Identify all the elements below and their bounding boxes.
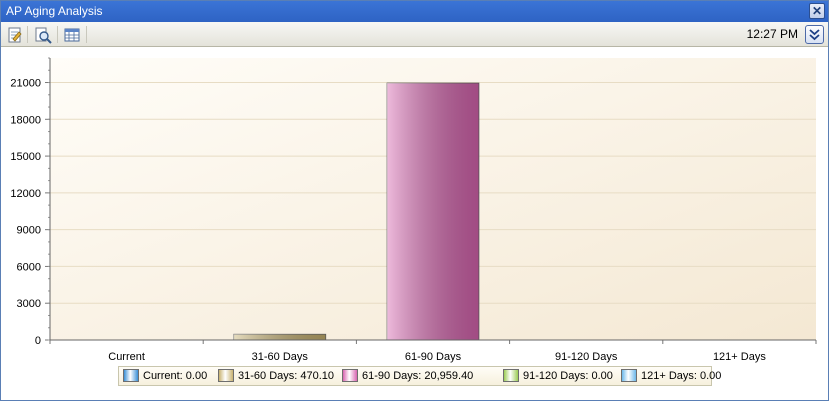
x-tick-label: 61-90 Days <box>405 351 462 363</box>
table-grid-icon <box>64 28 80 42</box>
legend-label: 31-60 Days: 470.10 <box>238 370 335 382</box>
y-tick-label: 3000 <box>17 298 41 310</box>
magnifier-document-icon <box>35 27 52 44</box>
legend-label: Current: 0.00 <box>143 370 208 382</box>
legend-item: Current: 0.00 <box>123 369 207 384</box>
x-tick-label: 91-120 Days <box>555 351 618 363</box>
refresh-button[interactable] <box>6 26 24 44</box>
toolbar-separator <box>27 26 28 43</box>
legend-label: 91-120 Days: 0.00 <box>523 370 613 382</box>
legend-item: 91-120 Days: 0.00 <box>503 369 613 384</box>
y-tick-label: 12000 <box>10 188 41 200</box>
expand-button[interactable] <box>805 25 824 44</box>
y-tick-label: 15000 <box>10 151 41 163</box>
edit-document-icon <box>8 27 22 43</box>
double-chevron-down-icon <box>809 29 820 41</box>
x-tick-label: 121+ Days <box>713 351 766 363</box>
legend-swatch <box>621 369 637 382</box>
legend-label: 61-90 Days: 20,959.40 <box>362 370 474 382</box>
data-table-button[interactable] <box>63 26 81 44</box>
close-icon[interactable]: ✕ <box>809 3 825 19</box>
legend-swatch <box>503 369 519 382</box>
bar-shading <box>233 334 326 340</box>
ap-aging-window: AP Aging Analysis ✕ 12:27 PM 0 3000 6000… <box>0 0 829 401</box>
y-tick-label: 6000 <box>17 261 41 273</box>
title-bar[interactable]: AP Aging Analysis ✕ <box>1 1 828 22</box>
legend-item: 31-60 Days: 470.10 <box>218 369 334 384</box>
legend-swatch <box>123 369 139 382</box>
window-title: AP Aging Analysis <box>6 4 103 18</box>
bar-chart: 0 3000 6000 9000 12000 15000 18000 21000 Current… <box>10 57 817 363</box>
chart-area: 0 3000 6000 9000 12000 15000 18000 21000 Current… <box>2 48 828 400</box>
legend-swatch <box>218 369 234 382</box>
bar-shading <box>387 83 479 340</box>
legend-item: 61-90 Days: 20,959.40 <box>342 369 473 384</box>
legend-item: 121+ Days: 0.00 <box>621 369 721 384</box>
toolbar-separator <box>57 26 58 43</box>
y-tick-label: 21000 <box>10 78 41 90</box>
legend-swatch <box>342 369 358 382</box>
legend-label: 121+ Days: 0.00 <box>641 370 722 382</box>
y-tick-label: 18000 <box>10 114 41 126</box>
x-tick-label: 31-60 Days <box>252 351 309 363</box>
clock-time: 12:27 PM <box>746 27 798 41</box>
toolbar-separator <box>86 26 87 43</box>
chart-legend: Current: 0.00 31-60 Days: 470.10 61-90 Day… <box>118 366 721 386</box>
x-tick-label: Current <box>108 351 145 363</box>
toolbar: 12:27 PM <box>1 22 828 47</box>
print-preview-button[interactable] <box>34 26 52 44</box>
y-tick-label: 0 <box>35 335 41 347</box>
y-tick-label: 9000 <box>17 225 41 237</box>
